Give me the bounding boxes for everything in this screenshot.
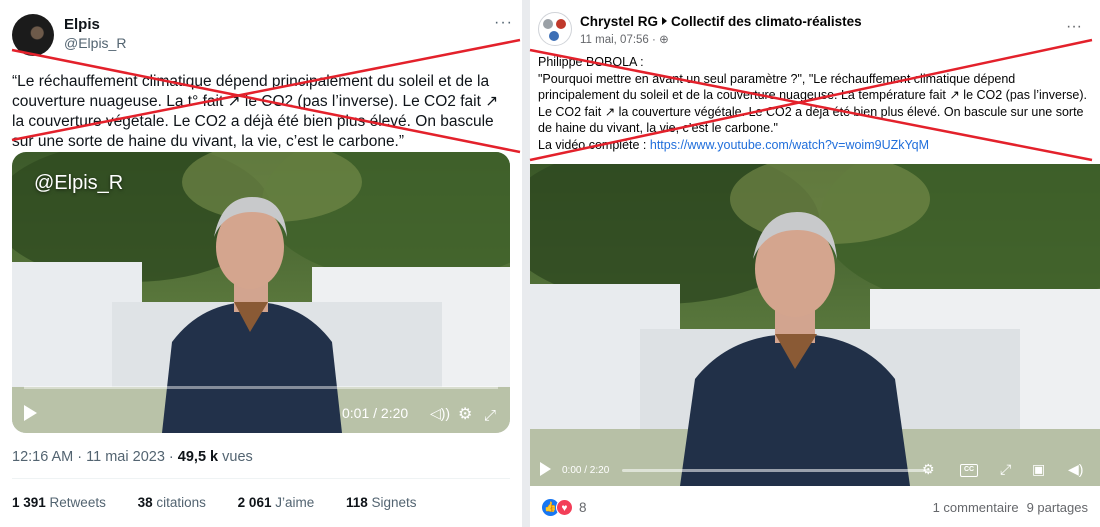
bookmarks-label: Signets bbox=[367, 495, 417, 510]
post-date: 11 mai, 07:56 · ⊕ bbox=[580, 32, 669, 46]
bookmarks-count: 118 bbox=[346, 495, 368, 510]
video-frame bbox=[530, 164, 1100, 486]
post-body: "Pourquoi mettre en avant un seul paramè… bbox=[538, 71, 1087, 136]
tweet-timestamp[interactable]: 12:16 AM · 11 mai 2023 · bbox=[12, 449, 178, 465]
video-progress[interactable] bbox=[622, 469, 930, 472]
post-author: Chrystel RG Collectif des climato-réalist… bbox=[580, 14, 862, 29]
settings-icon[interactable]: ⚙ bbox=[922, 461, 935, 478]
quotes-stat[interactable]: 38 citations bbox=[138, 495, 220, 510]
video-label: La vidéo complète : bbox=[538, 137, 650, 152]
views-count: 49,5 k bbox=[177, 449, 219, 465]
volume-icon[interactable]: ◀) bbox=[1068, 461, 1083, 478]
tweet-stats: 1 391 Retweets 38 citations 2 061 J’aime… bbox=[12, 495, 445, 510]
retweets-label: Retweets bbox=[45, 495, 106, 510]
video-progress[interactable] bbox=[24, 386, 498, 389]
tweet-text: “Le réchauffement climatique dépend prin… bbox=[12, 73, 499, 150]
tweet-meta: 12:16 AM · 11 mai 2023 · 49,5 k vues bbox=[12, 449, 253, 465]
divider bbox=[12, 478, 510, 479]
post-text: Philippe BOBOLA : "Pourquoi mettre en av… bbox=[538, 54, 1090, 153]
likes-label: J’aime bbox=[271, 495, 315, 510]
reactions[interactable]: 👍 ♥ 8 bbox=[542, 499, 587, 516]
settings-icon[interactable]: ⚙ bbox=[458, 404, 472, 424]
post-timestamp[interactable]: 11 mai, 07:56 · bbox=[580, 34, 659, 46]
quotes-count: 38 bbox=[137, 495, 153, 510]
arrow-right-icon bbox=[662, 17, 668, 25]
likes-count: 2 061 bbox=[237, 495, 272, 510]
comments-count[interactable]: 1 commentaire bbox=[933, 500, 1019, 515]
globe-icon: ⊕ bbox=[659, 34, 669, 46]
avatar[interactable] bbox=[12, 14, 54, 56]
shares-count[interactable]: 9 partages bbox=[1027, 500, 1088, 515]
facebook-post: Chrystel RG Collectif des climato-réalist… bbox=[530, 0, 1100, 527]
panel-separator bbox=[522, 0, 530, 527]
volume-icon[interactable]: ◁)) bbox=[430, 405, 450, 422]
group-name[interactable]: Collectif des climato-réalistes bbox=[671, 14, 862, 29]
captions-icon[interactable]: CC bbox=[960, 464, 978, 477]
more-icon[interactable]: ··· bbox=[494, 14, 513, 32]
fullscreen-icon[interactable]: ⤢ bbox=[1000, 461, 1011, 478]
fullscreen-icon[interactable]: ⤢ bbox=[484, 407, 496, 424]
reactions-count: 8 bbox=[579, 500, 587, 515]
tweet-card: Elpis @Elpis_R ··· “Le réchauffement cli… bbox=[0, 0, 522, 527]
views-label: vues bbox=[218, 449, 253, 465]
more-icon[interactable]: ··· bbox=[1066, 18, 1082, 36]
love-reaction-icon: ♥ bbox=[556, 499, 573, 516]
avatar[interactable] bbox=[538, 12, 572, 46]
post-intro: Philippe BOBOLA : bbox=[538, 55, 644, 69]
likes-stat[interactable]: 2 061 J’aime bbox=[238, 495, 329, 510]
video-link[interactable]: https://www.youtube.com/watch?v=woim9UZk… bbox=[650, 138, 929, 152]
quotes-label: citations bbox=[152, 495, 206, 510]
post-video-line: La vidéo complète : https://www.youtube.… bbox=[538, 137, 1090, 154]
author-name[interactable]: Chrystel RG bbox=[580, 14, 658, 29]
engagement-stats: 1 commentaire 9 partages bbox=[933, 500, 1088, 515]
facebook-video-player[interactable]: 0:00 / 2:20 ⚙ CC ⤢ ▣ ◀) bbox=[530, 164, 1100, 486]
play-icon[interactable] bbox=[24, 405, 37, 421]
display-name[interactable]: Elpis bbox=[64, 16, 100, 33]
tweet-video-player[interactable]: @Elpis_R 0:01 / 2:20 ◁)) ⚙ ⤢ bbox=[12, 152, 510, 433]
user-handle[interactable]: @Elpis_R bbox=[64, 35, 126, 51]
video-time: 0:01 / 2:20 bbox=[342, 405, 409, 421]
retweets-count: 1 391 bbox=[12, 495, 46, 510]
retweets-stat[interactable]: 1 391 Retweets bbox=[12, 495, 120, 510]
bookmarks-stat[interactable]: 118 Signets bbox=[346, 495, 431, 510]
video-time: 0:00 / 2:20 bbox=[562, 465, 610, 476]
play-icon[interactable] bbox=[540, 462, 551, 476]
pip-icon[interactable]: ▣ bbox=[1032, 461, 1045, 478]
video-watermark: @Elpis_R bbox=[34, 172, 124, 194]
